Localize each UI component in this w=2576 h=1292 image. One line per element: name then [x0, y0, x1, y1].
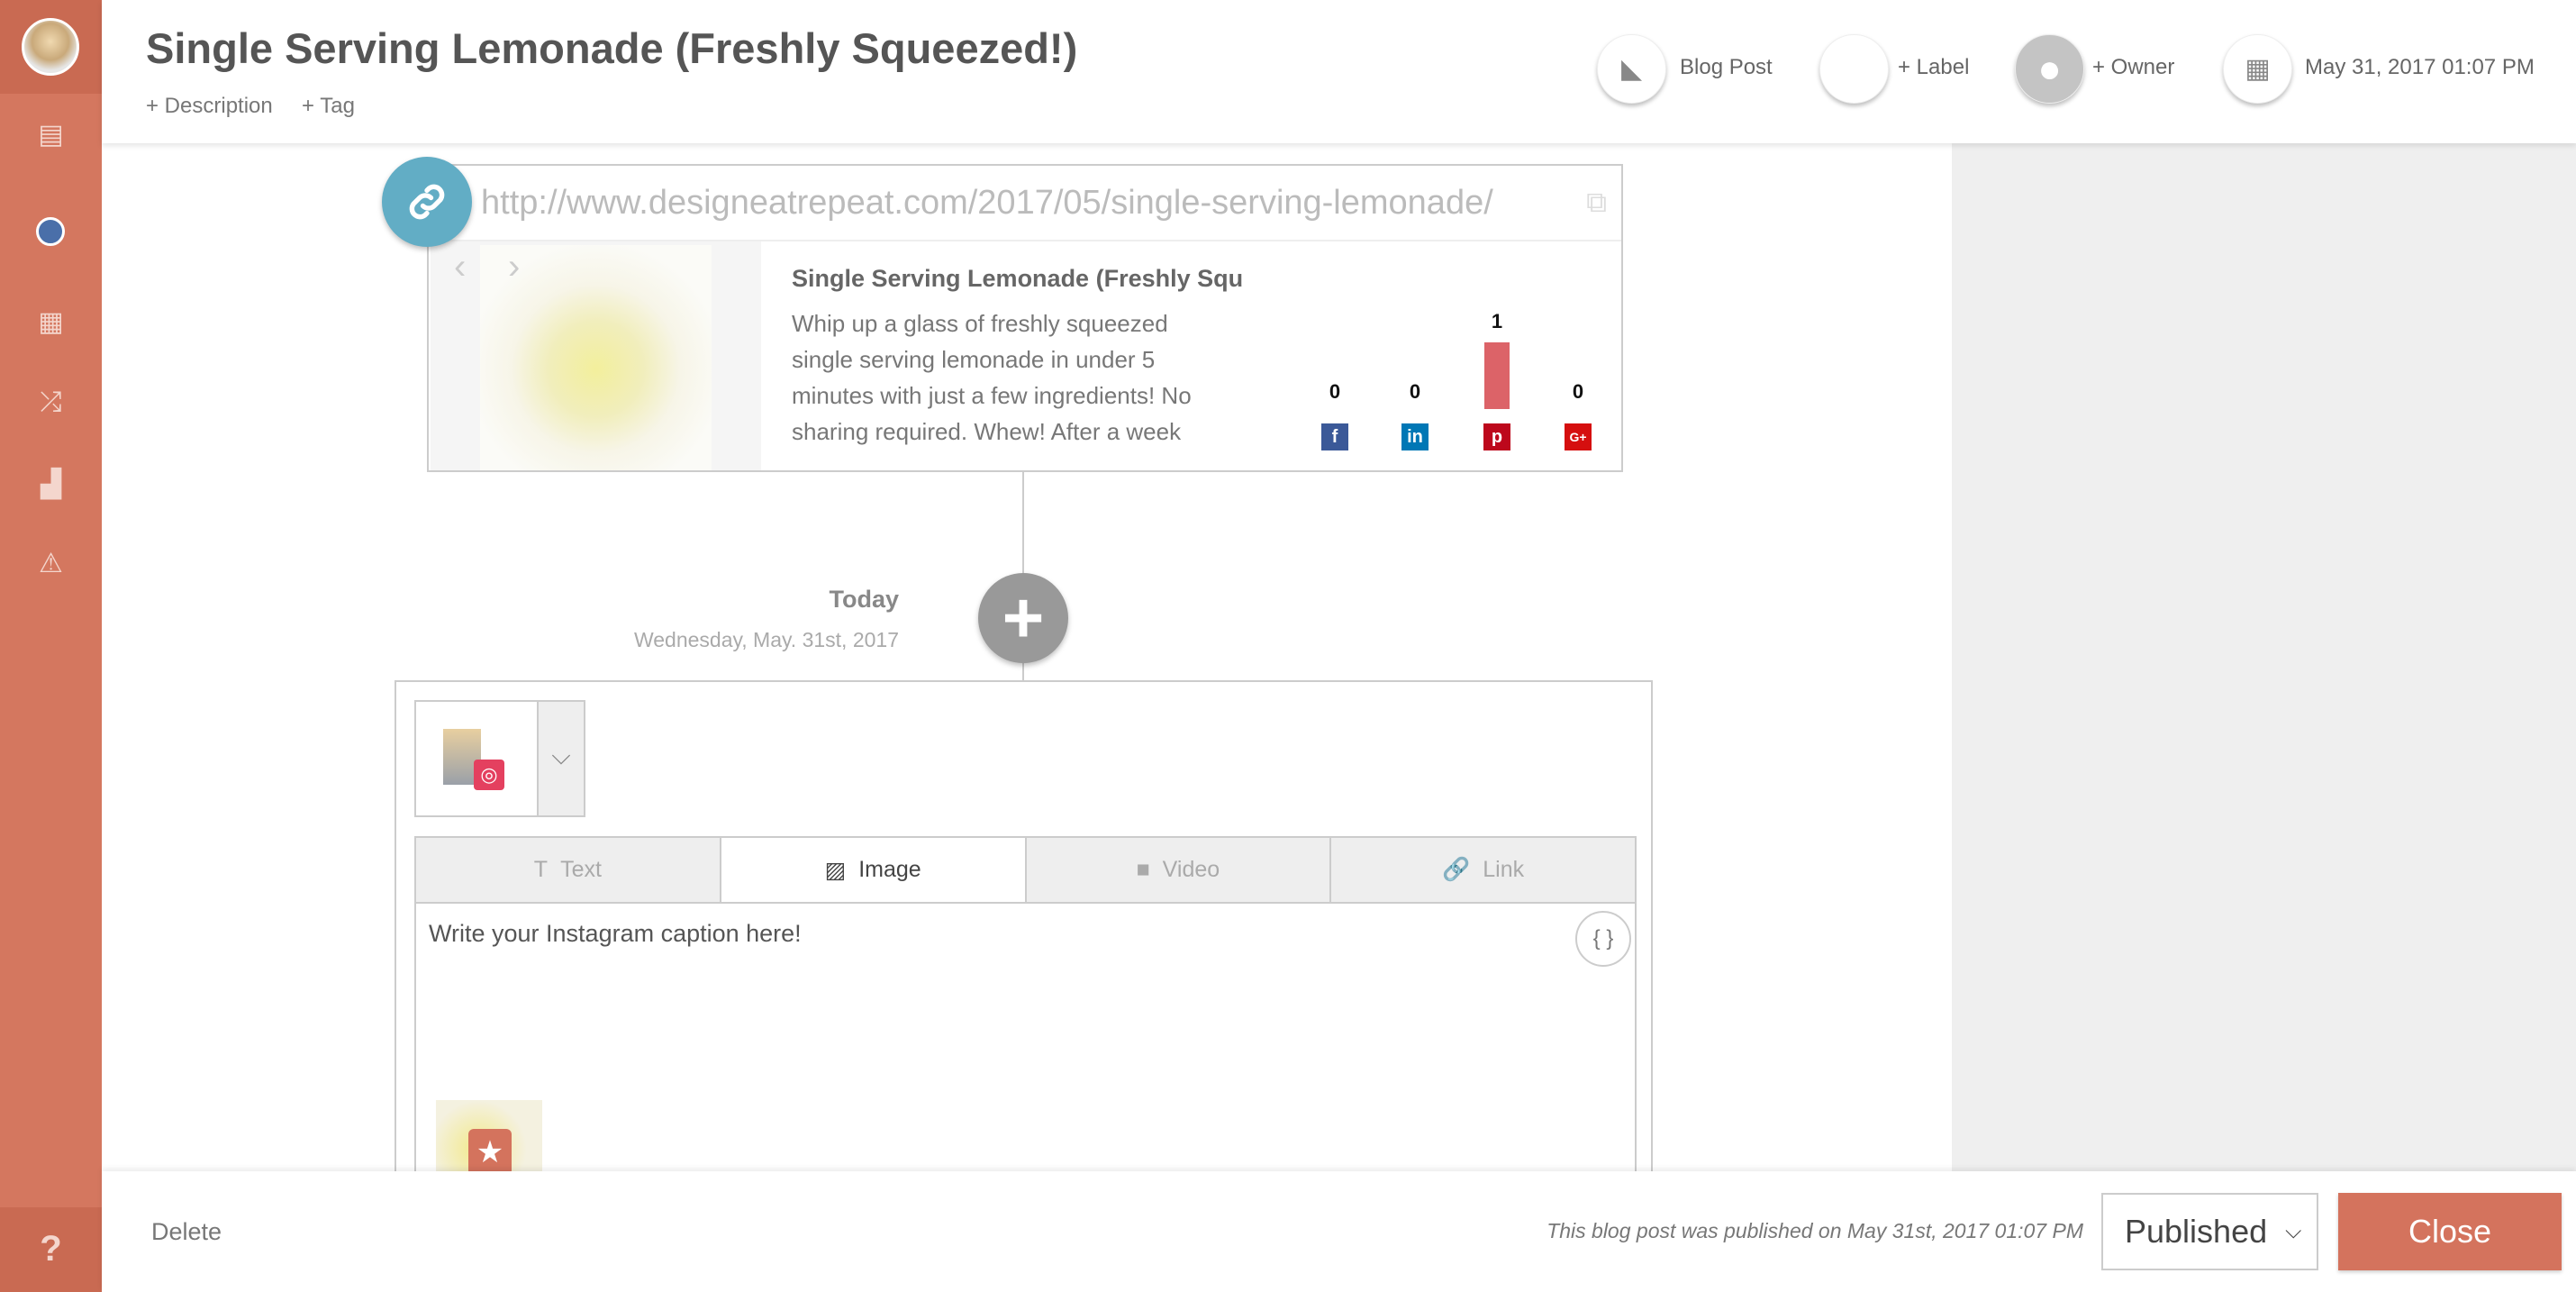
- sidebar-profile[interactable]: [0, 0, 102, 94]
- text-icon: T: [533, 857, 549, 882]
- add-description-button[interactable]: + Description: [146, 94, 273, 119]
- desc-line: sharing required. Whew! After a week: [792, 418, 1182, 445]
- variables-button[interactable]: { }: [1575, 911, 1631, 967]
- video-icon: ■: [1136, 857, 1150, 882]
- tab-label: Image: [858, 857, 921, 882]
- status-dot-icon[interactable]: [36, 217, 65, 246]
- header: Single Serving Lemonade (Freshly Squeeze…: [102, 0, 2576, 143]
- add-post-button[interactable]: +: [978, 573, 1068, 663]
- instagram-icon: ◎: [474, 760, 504, 790]
- clipboard-icon[interactable]: ▤: [0, 119, 102, 150]
- label-circle-icon[interactable]: [1819, 34, 1889, 104]
- help-section: ?: [0, 1207, 102, 1292]
- linkedin-icon[interactable]: in: [1401, 423, 1429, 450]
- chart-icon[interactable]: ▟: [0, 469, 102, 500]
- image-icon: ▨: [824, 857, 847, 883]
- warning-icon[interactable]: ⚠: [0, 548, 102, 579]
- date-label[interactable]: May 31, 2017 01:07 PM: [2305, 55, 2535, 80]
- tab-label: Text: [560, 857, 602, 882]
- desc-line: minutes with just a few ingredients! No: [792, 382, 1192, 409]
- footer: Delete This blog post was published on M…: [102, 1171, 2576, 1292]
- next-image-button[interactable]: ›: [508, 247, 520, 287]
- image-carousel: ‹ ›: [431, 241, 761, 470]
- page-title[interactable]: Single Serving Lemonade (Freshly Squeeze…: [146, 23, 1077, 73]
- facebook-icon[interactable]: f: [1321, 423, 1348, 450]
- add-tag-button[interactable]: + Tag: [302, 94, 355, 119]
- delete-button[interactable]: Delete: [151, 1218, 222, 1246]
- status-select[interactable]: Published ⌵: [2101, 1193, 2318, 1270]
- tab-image[interactable]: ▨ Image: [721, 838, 1027, 902]
- owner-avatar-icon[interactable]: ●: [2015, 34, 2084, 104]
- desc-line: single serving lemonade in under 5: [792, 346, 1156, 373]
- caption-input[interactable]: Write your Instagram caption here!: [429, 920, 802, 948]
- rss-icon[interactable]: ◣: [1597, 34, 1666, 104]
- chevron-down-icon[interactable]: ⌵: [537, 702, 584, 815]
- link-description: Whip up a glass of freshly squeezed sing…: [792, 305, 1260, 450]
- prev-image-button[interactable]: ‹: [454, 247, 466, 287]
- link-title: Single Serving Lemonade (Freshly Squeeze…: [792, 265, 1242, 292]
- timeline-day: Today: [829, 586, 899, 613]
- post-editor-card: ◎ ⌵ T Text ▨ Image ■ Video 🔗 Link Write your In…: [395, 680, 1653, 1262]
- tab-label: Video: [1162, 857, 1220, 882]
- tab-link[interactable]: 🔗 Link: [1331, 838, 1635, 902]
- link-preview-card: http://www.designeatrepeat.com/2017/05/s…: [427, 164, 1623, 472]
- share-count-pinterest: 1: [1491, 310, 1503, 332]
- share-count-linkedin: 0: [1409, 380, 1421, 403]
- publish-status-text: This blog post was published on May 31st…: [1547, 1219, 2083, 1242]
- desc-line: Whip up a glass of freshly squeezed: [792, 310, 1168, 337]
- account-selector[interactable]: ◎ ⌵: [414, 700, 585, 817]
- post-type-label[interactable]: Blog Post: [1680, 55, 1773, 80]
- tab-video[interactable]: ■ Video: [1027, 838, 1332, 902]
- external-link-icon[interactable]: ⧉: [1586, 186, 1607, 220]
- add-owner-button[interactable]: + Owner: [2092, 55, 2174, 80]
- calendar-icon[interactable]: ▦: [0, 306, 102, 338]
- calendar-icon[interactable]: ▦: [2223, 34, 2292, 104]
- tab-text[interactable]: T Text: [416, 838, 721, 902]
- timeline-date: Wednesday, May. 31st, 2017: [633, 628, 899, 651]
- status-select-value: Published: [2125, 1213, 2268, 1250]
- pinterest-icon[interactable]: p: [1483, 423, 1510, 450]
- plus-icon: +: [1002, 578, 1045, 658]
- share-count-facebook: 0: [1329, 380, 1341, 403]
- post-type-tabs: T Text ▨ Image ■ Video 🔗 Link: [414, 836, 1637, 904]
- chevron-down-icon: ⌵: [2285, 1219, 2302, 1243]
- help-icon[interactable]: ?: [0, 1229, 102, 1269]
- share-bar-pinterest: [1484, 342, 1510, 409]
- url-text[interactable]: http://www.designeatrepeat.com/2017/05/s…: [481, 184, 1493, 223]
- link-icon: 🔗: [1442, 857, 1471, 882]
- avatar[interactable]: [22, 18, 79, 76]
- tab-label: Link: [1483, 857, 1525, 882]
- side-panel: [1952, 143, 2576, 1171]
- link-icon: [382, 157, 472, 247]
- google-plus-icon[interactable]: G+: [1565, 423, 1592, 450]
- attached-image-thumbnail[interactable]: ★: [436, 1100, 542, 1181]
- share-count-google-plus: 0: [1572, 380, 1584, 403]
- close-button[interactable]: Close: [2338, 1193, 2562, 1270]
- shuffle-icon[interactable]: ⤮: [0, 387, 102, 418]
- star-icon[interactable]: ★: [468, 1129, 512, 1176]
- sidebar: ▤ ▦ ⤮ ▟ ⚠ ?: [0, 0, 102, 1292]
- add-label-button[interactable]: + Label: [1898, 55, 1969, 80]
